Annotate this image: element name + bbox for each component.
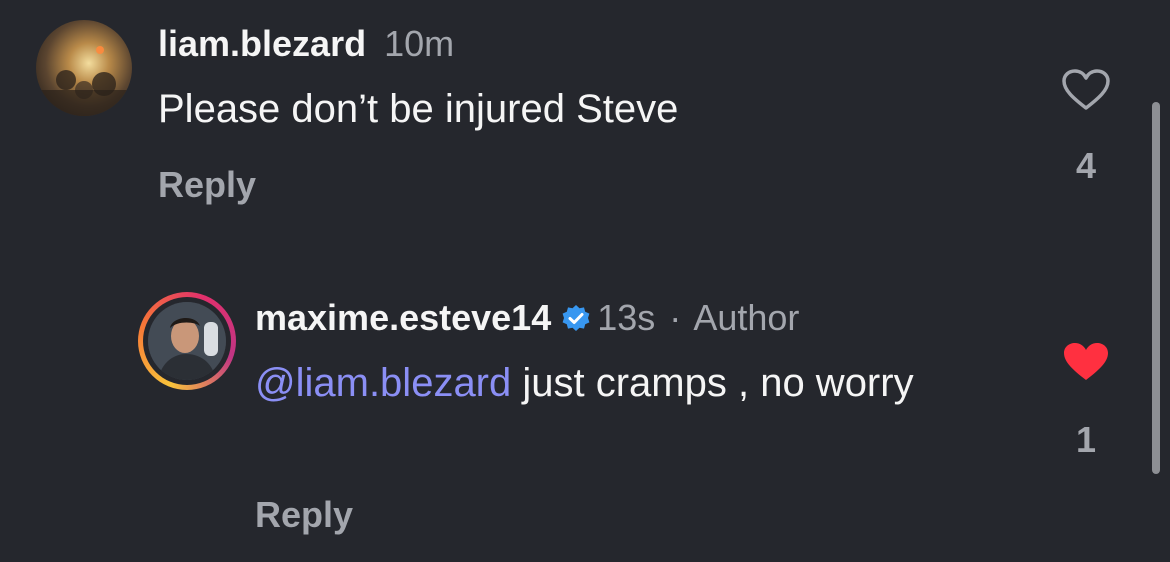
mention-link[interactable]: @liam.blezard xyxy=(255,361,511,405)
timestamp: 10m xyxy=(384,23,455,64)
reply-button[interactable]: Reply xyxy=(158,163,256,207)
like-count: 4 xyxy=(1075,145,1097,186)
like-button[interactable] xyxy=(1056,340,1116,389)
username[interactable]: liam.blezard xyxy=(158,23,366,64)
heart-filled-icon xyxy=(1064,343,1108,380)
avatar[interactable] xyxy=(138,292,236,390)
comment-text: @liam.blezard just cramps , no worry xyxy=(255,356,995,410)
reply-button[interactable]: Reply xyxy=(255,493,353,537)
comment-text: Please don’t be injured Steve xyxy=(158,87,679,131)
meta-separator: · xyxy=(669,297,682,338)
comment-text-content: just cramps , no worry xyxy=(511,361,914,405)
comment-header: liam.blezard 10m xyxy=(158,22,454,66)
like-count: 1 xyxy=(1075,419,1097,460)
author-label: Author xyxy=(693,297,800,338)
scrollbar[interactable] xyxy=(1152,102,1160,474)
verified-badge-icon xyxy=(562,305,590,331)
like-button[interactable] xyxy=(1056,68,1116,117)
reply-comment-item: maxime.esteve14 13s · Author @liam.bleza… xyxy=(0,280,1170,562)
avatar[interactable] xyxy=(36,20,132,116)
username[interactable]: maxime.esteve14 xyxy=(255,297,551,338)
timestamp: 13s xyxy=(597,297,656,338)
comment-item: liam.blezard 10m Please don’t be injured… xyxy=(0,0,1170,240)
comment-header: maxime.esteve14 13s · Author xyxy=(255,296,799,340)
heart-outline-icon xyxy=(1062,69,1110,110)
